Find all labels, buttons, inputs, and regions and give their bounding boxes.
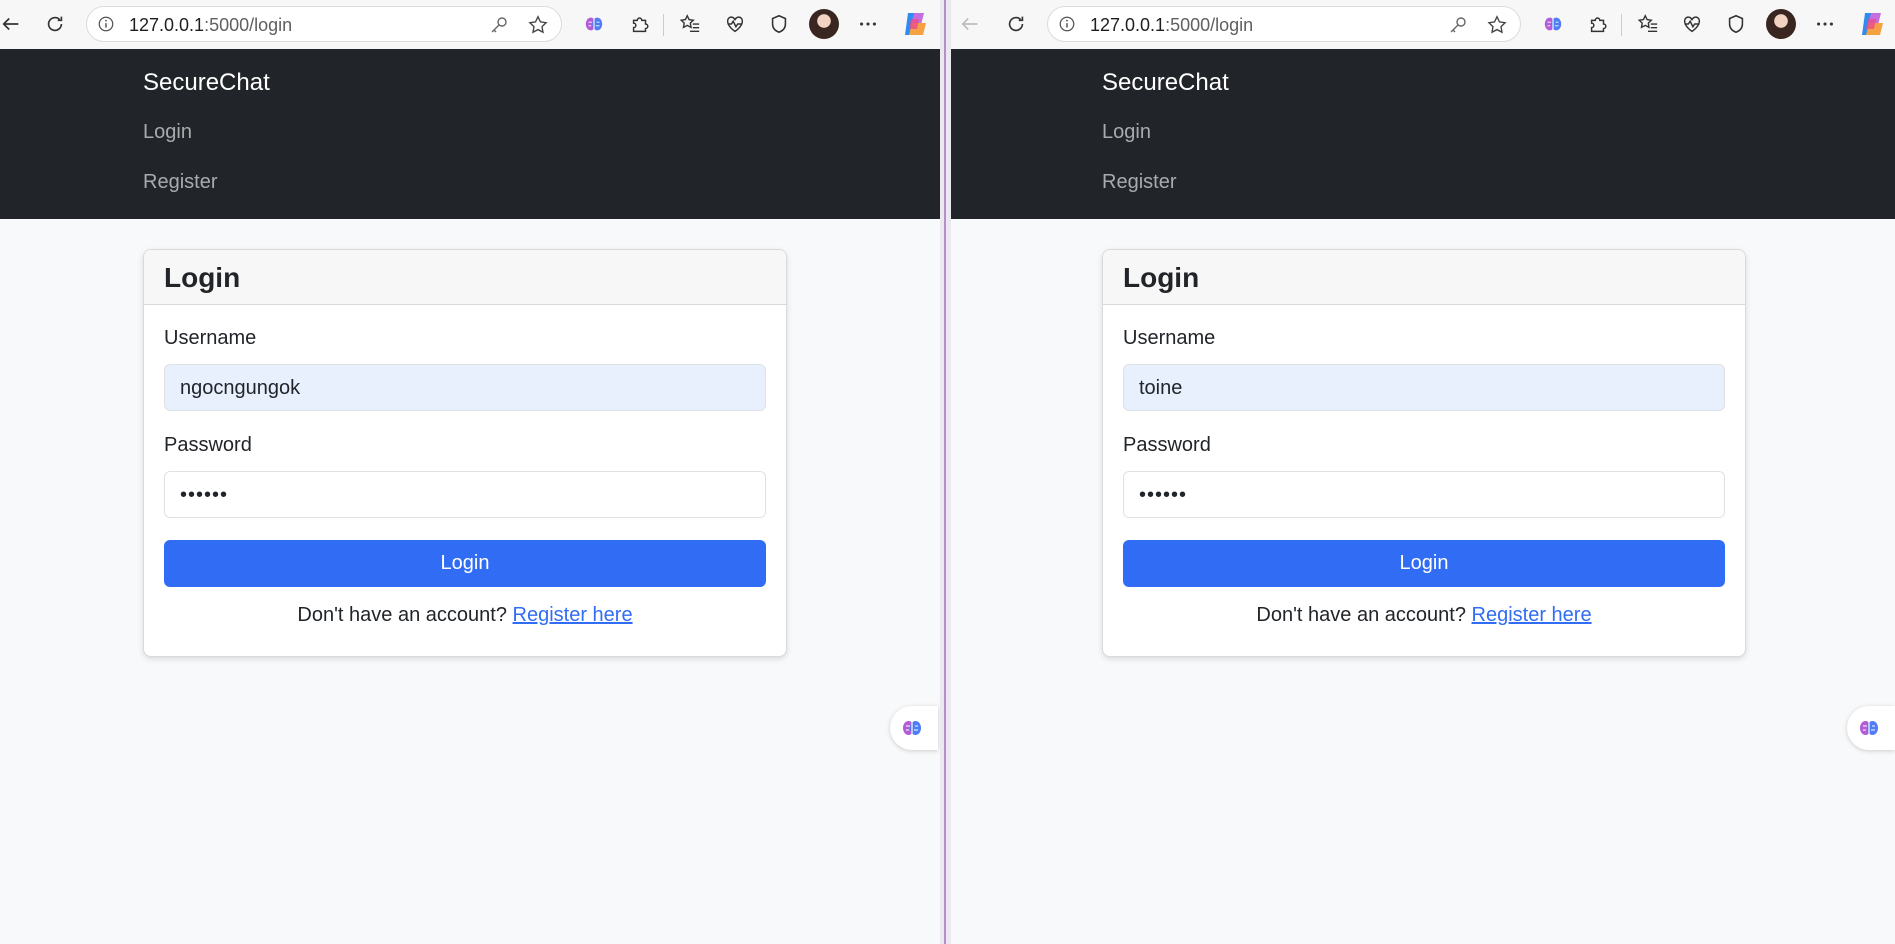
card-title: Login (1123, 262, 1200, 293)
star-icon[interactable] (527, 14, 549, 36)
login-card: Login Username ngocngungok Password ••••… (143, 249, 787, 657)
password-label: Password (164, 434, 252, 456)
login-button[interactable]: Login (164, 540, 766, 587)
more-icon[interactable] (854, 10, 882, 38)
shield-icon[interactable] (1722, 10, 1750, 38)
window-divider[interactable] (940, 0, 951, 944)
nav-link-register[interactable]: Register (1102, 171, 1176, 194)
more-icon[interactable] (1811, 10, 1839, 38)
puzzle-icon[interactable] (1584, 10, 1612, 38)
info-icon[interactable] (97, 15, 115, 33)
navbar: SecureChat Login Register (0, 49, 940, 219)
username-input[interactable]: toine (1123, 364, 1725, 411)
browser-toolbar: 127.0.0.1:5000/login (951, 0, 1895, 49)
heartbeat-icon[interactable] (1678, 10, 1706, 38)
register-link[interactable]: Register here (513, 604, 633, 626)
brand-link[interactable]: SecureChat (143, 69, 270, 97)
nav-link-login[interactable]: Login (1102, 121, 1151, 144)
star-icon[interactable] (1486, 14, 1508, 36)
shield-icon[interactable] (765, 10, 793, 38)
url-text[interactable]: 127.0.0.1:5000/login (1090, 15, 1253, 36)
navbar: SecureChat Login Register (951, 49, 1895, 219)
sidebar-brain-button[interactable] (1847, 706, 1895, 750)
sidebar-brain-button[interactable] (890, 706, 938, 750)
nav-link-register[interactable]: Register (143, 171, 217, 194)
card-header: Login (144, 250, 786, 305)
card-header: Login (1103, 250, 1745, 305)
brain-icon (903, 721, 921, 735)
reload-icon[interactable] (41, 10, 69, 38)
favorites-icon[interactable] (676, 10, 704, 38)
browser-window-right: 127.0.0.1:5000/login SecureChat Login Re… (951, 0, 1895, 944)
page-content: SecureChat Login Register Login Username… (0, 49, 940, 944)
login-card: Login Username toine Password •••••• Log… (1102, 249, 1746, 657)
toolbar-separator (663, 14, 664, 36)
password-input[interactable]: •••••• (164, 471, 766, 518)
key-icon[interactable] (1448, 15, 1468, 35)
password-input[interactable]: •••••• (1123, 471, 1725, 518)
card-title: Login (164, 262, 241, 293)
register-link[interactable]: Register here (1472, 604, 1592, 626)
reload-icon[interactable] (1002, 10, 1030, 38)
back-arrow-icon[interactable] (0, 10, 25, 38)
nav-link-login[interactable]: Login (143, 121, 192, 144)
address-bar[interactable]: 127.0.0.1:5000/login (86, 6, 562, 42)
password-label: Password (1123, 434, 1211, 456)
copilot-icon[interactable] (1857, 9, 1887, 39)
url-text[interactable]: 127.0.0.1:5000/login (129, 15, 292, 36)
back-arrow-icon[interactable] (956, 10, 984, 38)
key-icon[interactable] (489, 15, 509, 35)
address-bar[interactable]: 127.0.0.1:5000/login (1047, 6, 1521, 42)
username-label: Username (1123, 327, 1216, 349)
heartbeat-icon[interactable] (721, 10, 749, 38)
brain-icon (1860, 721, 1878, 735)
avatar[interactable] (1766, 9, 1796, 39)
register-prompt-text: Don't have an account? (297, 604, 507, 626)
puzzle-icon[interactable] (626, 10, 654, 38)
register-prompt: Don't have an account? Register here (1103, 604, 1745, 627)
username-input[interactable]: ngocngungok (164, 364, 766, 411)
login-button[interactable]: Login (1123, 540, 1725, 587)
browser-toolbar: 127.0.0.1:5000/login (0, 0, 940, 49)
username-label: Username (164, 327, 257, 349)
brand-link[interactable]: SecureChat (1102, 69, 1229, 97)
browser-window-left: 127.0.0.1:5000/login SecureChat Login Re… (0, 0, 940, 944)
register-prompt: Don't have an account? Register here (144, 604, 786, 627)
favorites-icon[interactable] (1634, 10, 1662, 38)
page-content: SecureChat Login Register Login Username… (951, 49, 1895, 944)
avatar[interactable] (809, 9, 839, 39)
brain-icon[interactable] (580, 10, 608, 38)
register-prompt-text: Don't have an account? (1256, 604, 1466, 626)
brain-icon[interactable] (1539, 10, 1567, 38)
copilot-icon[interactable] (900, 9, 930, 39)
toolbar-separator (1621, 14, 1622, 36)
info-icon[interactable] (1058, 15, 1076, 33)
